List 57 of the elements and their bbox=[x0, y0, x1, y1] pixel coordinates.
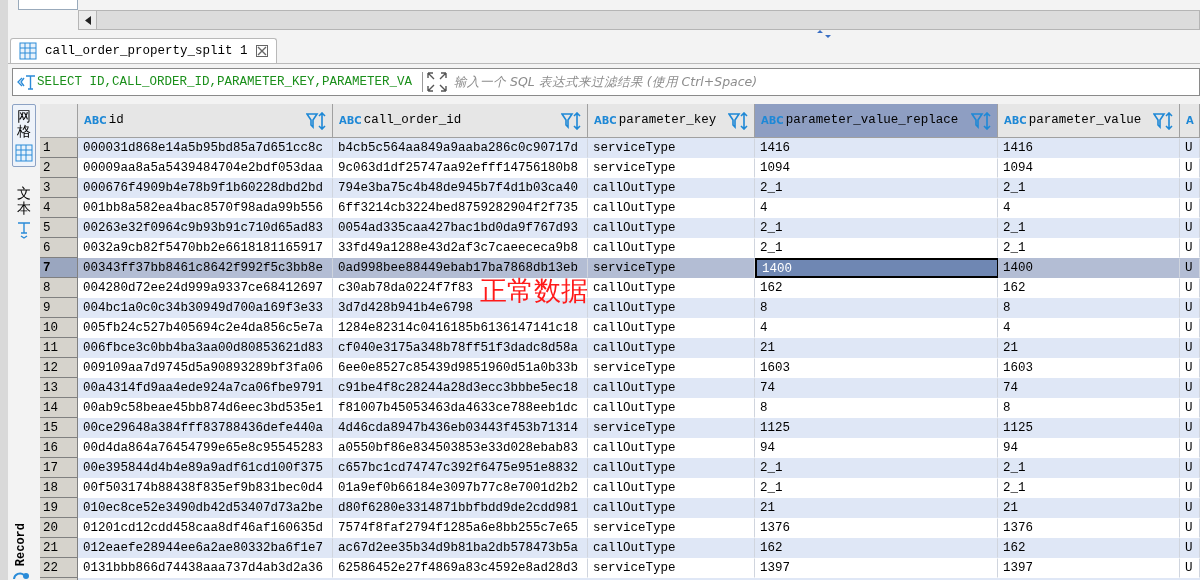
filter-sort-icon[interactable] bbox=[728, 111, 750, 130]
filter-sort-icon[interactable] bbox=[1153, 111, 1175, 130]
type-label: ABC bbox=[594, 114, 617, 128]
row-number[interactable]: 12 bbox=[40, 358, 78, 378]
grid-icon bbox=[15, 143, 33, 162]
row-number[interactable]: 16 bbox=[40, 438, 78, 458]
horizontal-scrollbar[interactable] bbox=[78, 10, 1200, 30]
row-number[interactable]: 4 bbox=[40, 198, 78, 218]
row-number[interactable]: 19 bbox=[40, 498, 78, 518]
row-number[interactable]: 11 bbox=[40, 338, 78, 358]
row-number[interactable]: 7 bbox=[40, 258, 78, 278]
table-cell: 1400 bbox=[755, 258, 998, 278]
type-label: A bbox=[1186, 114, 1194, 128]
row-number[interactable]: 14 bbox=[40, 398, 78, 418]
sql-query-text: SELECT ID,CALL_ORDER_ID,PARAMETER_KEY,PARAMETER_VA bbox=[37, 73, 414, 91]
row-number[interactable]: 18 bbox=[40, 478, 78, 498]
text-icon bbox=[16, 220, 32, 239]
result-tab-title: call_order_property_split 1 bbox=[45, 42, 248, 60]
row-number[interactable]: 5 bbox=[40, 218, 78, 238]
record-label[interactable]: Record bbox=[12, 522, 30, 566]
row-number[interactable]: 8 bbox=[40, 278, 78, 298]
type-label: ABC bbox=[1004, 114, 1027, 128]
type-label: ABC bbox=[84, 114, 107, 128]
filter-sort-icon[interactable] bbox=[306, 111, 328, 130]
row-number[interactable]: 21 bbox=[40, 538, 78, 558]
row-number[interactable]: 15 bbox=[40, 418, 78, 438]
type-label: ABC bbox=[339, 114, 362, 128]
close-icon[interactable] bbox=[255, 45, 268, 57]
column-name: parameter_value bbox=[1028, 112, 1143, 130]
column-name: parameter_value_replace bbox=[785, 112, 960, 130]
row-number[interactable]: 2 bbox=[40, 158, 78, 178]
expand-icon[interactable] bbox=[426, 71, 448, 93]
type-label: ABC bbox=[761, 114, 784, 128]
filter-text-icon bbox=[17, 74, 37, 90]
record-icon[interactable] bbox=[12, 570, 30, 580]
column-header[interactable]: ABC parameter_value_replace bbox=[755, 104, 998, 137]
result-tab[interactable]: call_order_property_split 1 bbox=[10, 38, 277, 63]
row-number[interactable]: 10 bbox=[40, 318, 78, 338]
filter-input[interactable]: 输入一个 SQL 表达式来过滤结果 (使用 Ctrl+Space) bbox=[454, 72, 1199, 92]
table-icon bbox=[19, 42, 37, 60]
filter-field[interactable]: SELECT ID,CALL_ORDER_ID,PARAMETER_KEY,PARAMETER_VA 输入一个 SQL 表达式来过滤结果 (使用 Ctrl+Space) bbox=[12, 68, 1200, 96]
column-name: call_order_id bbox=[363, 112, 463, 130]
view-tab[interactable]: 网格 bbox=[12, 104, 36, 167]
row-number[interactable]: 17 bbox=[40, 458, 78, 478]
view-tab[interactable]: 文本 bbox=[12, 180, 36, 244]
column-name: parameter_key bbox=[618, 112, 718, 130]
scroll-left-icon[interactable] bbox=[84, 15, 91, 25]
row-number[interactable]: 20 bbox=[40, 518, 78, 538]
filter-sort-icon[interactable] bbox=[561, 111, 583, 130]
row-number[interactable]: 3 bbox=[40, 178, 78, 198]
column-name: id bbox=[108, 112, 125, 130]
row-number[interactable]: 1 bbox=[40, 138, 78, 158]
row-number[interactable]: 13 bbox=[40, 378, 78, 398]
row-number[interactable]: 9 bbox=[40, 298, 78, 318]
collapse-arrows-icon[interactable] bbox=[816, 30, 832, 38]
row-number[interactable]: 6 bbox=[40, 238, 78, 258]
row-number[interactable]: 22 bbox=[40, 558, 78, 578]
